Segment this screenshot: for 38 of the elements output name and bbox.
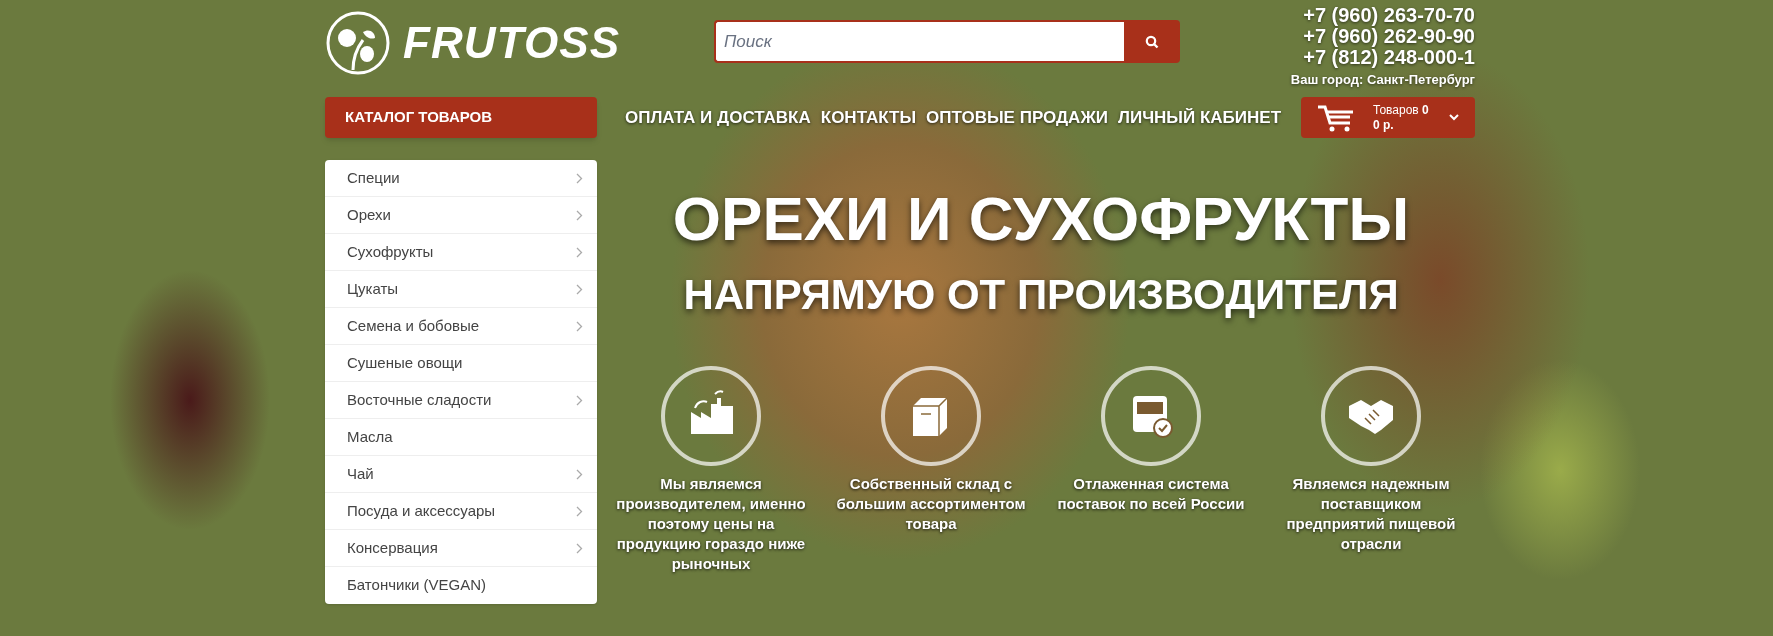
category-item[interactable]: Посуда и аксессуары [325,493,597,530]
nav-link[interactable]: ЛИЧНЫЙ КАБИНЕТ [1118,104,1282,131]
category-item[interactable]: Семена и бобовые [325,308,597,345]
category-item[interactable]: Специи [325,160,597,197]
feature-text: Мы являемся производителем, именно поэтому цены на продукцию гораздо ниже рыночных [615,474,807,574]
category-item[interactable]: Цукаты [325,271,597,308]
feature-text: Отлаженная система поставок по всей России [1056,474,1246,514]
phone-number: +7 (960) 262-90-90 [1303,26,1475,47]
cart-button[interactable]: Товаров 0 0 р. [1301,97,1475,138]
category-item[interactable]: Масла [325,419,597,456]
phone-number: +7 (960) 263-70-70 [1303,5,1475,26]
nav-link[interactable]: КОНТАКТЫ [820,104,917,131]
catalog-button[interactable]: КАТАЛОГ ТОВАРОВ [325,97,597,138]
hero-subtitle: НАПРЯМУЮ ОТ ПРОИЗВОДИТЕЛЯ [683,274,1399,316]
category-item[interactable]: Сушеные овощи [325,345,597,382]
search-field[interactable]: Поиск [714,20,1124,63]
category-item[interactable]: Консервация [325,530,597,567]
city-text: Ваш город: Санкт-Петербург [1290,71,1475,89]
category-item[interactable]: Орехи [325,197,597,234]
nav-link[interactable]: ОПТОВЫЕ ПРОДАЖИ [926,104,1108,131]
phone-number: +7 (812) 248-000-1 [1303,47,1475,68]
search-button[interactable] [1124,20,1180,63]
logo-text: FRUTOSS [403,21,621,65]
box-icon [881,366,981,466]
cart-count: Товаров 0 [1373,102,1429,118]
logo-icon [325,10,391,76]
factory-icon [661,366,761,466]
category-item[interactable]: Батончики (VEGAN) [325,567,597,604]
hero-title: ОРЕХИ И СУХОФРУКТЫ [672,188,1410,250]
feature-text: Являемся надежным поставщиком предприятий пищевой отрасли [1285,474,1457,554]
caret-icon [1449,114,1459,121]
nav-link[interactable]: ОПЛАТА И ДОСТАВКА [625,104,811,131]
search-icon [1145,34,1159,49]
category-item[interactable]: Восточные сладости [325,382,597,419]
category-item[interactable]: Чай [325,456,597,493]
cart-total: 0 р. [1373,117,1395,133]
feature-text: Собственный склад с большим ассортиментом товара [835,474,1027,534]
category-item[interactable]: Сухофрукты [325,234,597,271]
